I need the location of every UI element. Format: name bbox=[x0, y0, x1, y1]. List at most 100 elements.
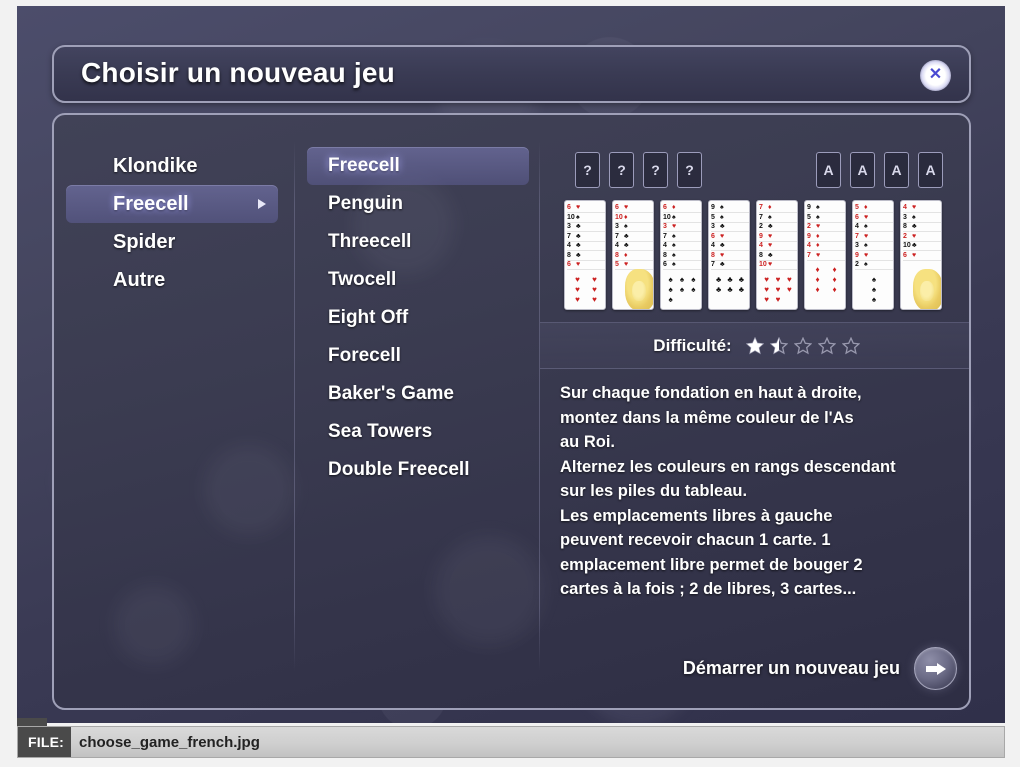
card-corner: 6 ♦ bbox=[663, 203, 701, 213]
card-rank: 4 bbox=[711, 242, 715, 249]
card-pip: ♣ bbox=[727, 274, 733, 284]
tableau-pile[interactable]: 5 ♦ 6 ♥ 4 ♠ 7 ♥ 3 ♠ 9 ♥ 2 ♠ ♠ ♠ ♠ bbox=[852, 200, 894, 310]
card-rank: 6 bbox=[903, 251, 907, 259]
preview-panel: ???? AAAA 6 ♥ 10 ♠ 3 ♣ 7 ♣ 4 ♣ 8 ♣ 6 ♥ ♥ ♥ ♥ ♥ ♥ ♥ 6 ♥ 10 ♦ 3 ♠ 7 ♣… bbox=[540, 115, 969, 708]
dialog-title-bar: Choisir un nouveau jeu ✕ bbox=[52, 45, 971, 103]
card-rank: 6 bbox=[663, 204, 667, 211]
start-new-game-button[interactable]: Démarrer un nouveau jeu bbox=[683, 647, 957, 690]
game-item-label: Baker's Game bbox=[328, 383, 454, 404]
game-item-freecell[interactable]: Freecell bbox=[307, 147, 529, 185]
card-suit: ♦ bbox=[864, 204, 868, 211]
game-item-threecell[interactable]: Threecell bbox=[307, 223, 529, 261]
free-cell-slot-label: ? bbox=[583, 162, 592, 178]
card-corner: 6 ♥ bbox=[711, 232, 749, 242]
card-rank: 9 bbox=[807, 232, 811, 240]
card-pip: ♥ bbox=[775, 294, 781, 304]
card-suit: ♦ bbox=[816, 242, 820, 249]
card-rank: 4 bbox=[807, 242, 811, 249]
card-pip: ♥ bbox=[592, 274, 597, 284]
card-rank: 5 bbox=[855, 204, 859, 211]
tableau-pile[interactable]: 9 ♠ 5 ♠ 3 ♣ 6 ♥ 4 ♣ 8 ♥ 7 ♣ ♣ ♣ ♣ ♣ ♣ ♣ bbox=[708, 200, 750, 310]
card-pip: ♠ bbox=[679, 274, 685, 284]
card-suit: ♠ bbox=[768, 213, 772, 221]
card-corner: 2 ♥ bbox=[903, 232, 941, 242]
card-pip: ♠ bbox=[668, 284, 673, 294]
card-pip: ♠ bbox=[871, 294, 877, 304]
foundation-slot[interactable]: A bbox=[850, 152, 875, 188]
card-suit: ♠ bbox=[720, 213, 724, 221]
free-cell-slot[interactable]: ? bbox=[575, 152, 600, 188]
card-corner: 4 ♥ bbox=[903, 203, 941, 213]
category-item-klondike[interactable]: Klondike bbox=[66, 147, 278, 185]
foundation-slot-label: A bbox=[891, 162, 902, 178]
category-item-label: Autre bbox=[113, 268, 166, 291]
card-corner: 4 ♣ bbox=[711, 241, 749, 251]
card-rank: 8 bbox=[663, 251, 667, 259]
card-corner: 9 ♠ bbox=[711, 203, 749, 213]
card-corner: 7 ♣ bbox=[615, 232, 653, 242]
game-item-sea-towers[interactable]: Sea Towers bbox=[307, 413, 529, 451]
game-item-penguin[interactable]: Penguin bbox=[307, 185, 529, 223]
category-item-freecell[interactable]: Freecell bbox=[66, 185, 278, 223]
close-icon[interactable]: ✕ bbox=[920, 60, 951, 91]
tableau-pile[interactable]: 6 ♥ 10 ♠ 3 ♣ 7 ♣ 4 ♣ 8 ♣ 6 ♥ ♥ ♥ ♥ ♥ ♥ ♥ bbox=[564, 200, 606, 310]
arrow-right-icon[interactable] bbox=[914, 647, 957, 690]
card-suit: ♠ bbox=[672, 242, 676, 249]
card-suit: ♦ bbox=[624, 251, 628, 259]
card-pip: ♥ bbox=[786, 274, 792, 284]
tableau-pile[interactable]: 4 ♥ 3 ♠ 8 ♣ 2 ♥ 10 ♣ 6 ♥ bbox=[900, 200, 942, 310]
card-rank: 7 bbox=[663, 232, 667, 240]
free-cell-slot[interactable]: ? bbox=[643, 152, 668, 188]
foundation-slot[interactable]: A bbox=[918, 152, 943, 188]
tableau-pile[interactable]: 6 ♦ 10 ♠ 3 ♥ 7 ♠ 4 ♠ 8 ♠ 6 ♠ ♠ ♠ ♠ ♠ ♠ ♠ ♠ bbox=[660, 200, 702, 310]
card-rank: 9 bbox=[759, 232, 763, 240]
foundation-slot[interactable]: A bbox=[816, 152, 841, 188]
game-item-forecell[interactable]: Forecell bbox=[307, 337, 529, 375]
card-pip: ♥ bbox=[575, 274, 580, 284]
card-rank: 7 bbox=[759, 204, 763, 211]
screen-root: Choisir un nouveau jeu ✕ Klondike Freecel… bbox=[0, 0, 1020, 767]
card-rank: 6 bbox=[663, 261, 667, 268]
category-item-spider[interactable]: Spider bbox=[66, 223, 278, 261]
tableau-pile[interactable]: 7 ♦ 7 ♠ 2 ♣ 9 ♥ 4 ♥ 8 ♣ 10 ♥ ♥ ♥ ♥ ♥ ♥ ♥ ♥ ♥ bbox=[756, 200, 798, 310]
foundation-slot[interactable]: A bbox=[884, 152, 909, 188]
game-list: Freecell Penguin Threecell Twocell Eight Off… bbox=[299, 147, 537, 489]
bokeh-circle bbox=[204, 445, 294, 535]
card-rank: 5 bbox=[711, 213, 715, 221]
card-pip: ♥ bbox=[775, 274, 781, 284]
card-rank: 7 bbox=[615, 232, 619, 240]
card-suit: ♥ bbox=[576, 261, 581, 268]
card-suit: ♥ bbox=[816, 251, 821, 259]
game-item-eight-off[interactable]: Eight Off bbox=[307, 299, 529, 337]
dialog-body: Klondike Freecell Spider Autre Freecell Peng… bbox=[52, 113, 971, 710]
game-item-baker-s-game[interactable]: Baker's Game bbox=[307, 375, 529, 413]
card-corner: 4 ♣ bbox=[567, 241, 605, 251]
card-suit: ♠ bbox=[672, 261, 676, 268]
game-item-double-freecell[interactable]: Double Freecell bbox=[307, 451, 529, 489]
card-suit: ♦ bbox=[624, 213, 628, 221]
tableau-pile[interactable]: 9 ♠ 5 ♠ 2 ♥ 9 ♦ 4 ♦ 7 ♥ ♦ ♦ ♦ ♦ ♦ ♦ bbox=[804, 200, 846, 310]
card-rank: 7 bbox=[711, 261, 715, 268]
card-suit: ♠ bbox=[720, 204, 724, 211]
card-pips: ♥ ♥ ♥ ♥ ♥ ♥ ♥ ♥ bbox=[761, 274, 795, 304]
game-item-twocell[interactable]: Twocell bbox=[307, 261, 529, 299]
card-pip: ♠ bbox=[871, 284, 877, 294]
tableau-pile[interactable]: 6 ♥ 10 ♦ 3 ♠ 7 ♣ 4 ♣ 8 ♦ 5 ♥ bbox=[612, 200, 654, 310]
game-description: Sur chaque fondation en haut à droite, m… bbox=[560, 384, 896, 598]
card-suit: ♣ bbox=[720, 242, 725, 249]
card-corner: 7 ♣ bbox=[567, 232, 605, 242]
card-rank: 4 bbox=[663, 242, 667, 249]
card-suit: ♥ bbox=[864, 232, 869, 240]
card-corner: 4 ♠ bbox=[663, 241, 701, 251]
card-suit: ♥ bbox=[768, 261, 773, 268]
star-empty-icon bbox=[817, 336, 836, 355]
free-cell-slot[interactable]: ? bbox=[677, 152, 702, 188]
card-suit: ♥ bbox=[912, 204, 917, 211]
page-title: Choisir un nouveau jeu bbox=[81, 57, 395, 88]
card-pips: ♦ ♦ ♦ ♦ ♦ ♦ bbox=[809, 266, 843, 294]
free-cell-slot[interactable]: ? bbox=[609, 152, 634, 188]
card-pip: ♥ bbox=[592, 294, 597, 304]
category-item-autre[interactable]: Autre bbox=[66, 261, 278, 299]
file-label-badge: FILE: bbox=[18, 727, 71, 757]
card-rank: 10 bbox=[567, 213, 575, 221]
